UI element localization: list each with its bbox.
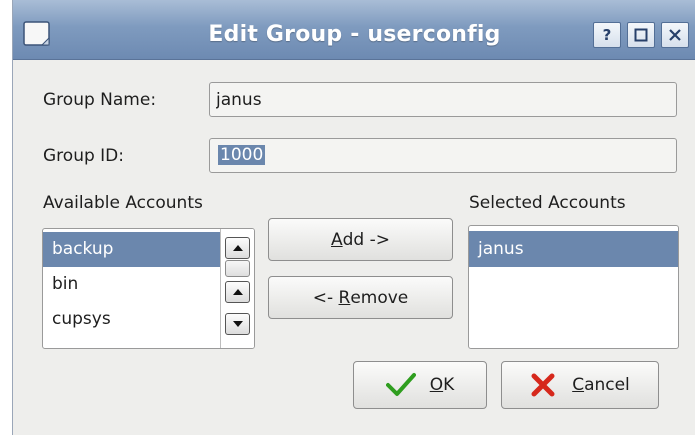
help-button[interactable]: ? — [593, 22, 621, 48]
scroll-up-button[interactable] — [225, 237, 250, 259]
group-name-label: Group Name: — [43, 90, 157, 110]
ok-button[interactable]: OK — [353, 361, 487, 409]
add-button[interactable]: Add -> — [268, 218, 453, 261]
group-name-field[interactable] — [209, 82, 677, 117]
arrow-up-icon — [233, 289, 243, 295]
scroll-down-button[interactable] — [225, 313, 250, 335]
close-icon — [669, 29, 681, 41]
ok-mnemonic: O — [429, 375, 444, 395]
ok-label: K — [443, 375, 455, 395]
list-item[interactable]: janus — [469, 231, 678, 267]
check-icon — [385, 373, 416, 396]
available-accounts-scrollbar[interactable] — [220, 229, 254, 348]
cancel-label: ancel — [584, 375, 630, 395]
group-id-value: 1000 — [218, 145, 266, 165]
add-label: dd -> — [342, 229, 390, 250]
cancel-mnemonic: C — [572, 375, 585, 395]
arrow-down-icon — [233, 321, 243, 327]
remove-prefix: <- — [312, 287, 339, 308]
selected-accounts-label: Selected Accounts — [469, 193, 626, 213]
available-accounts-list[interactable]: backup bin cupsys — [42, 228, 255, 349]
maximize-icon — [634, 28, 648, 42]
x-icon — [531, 373, 555, 397]
close-button[interactable] — [661, 22, 689, 48]
remove-button[interactable]: <- Remove — [268, 276, 453, 319]
title-bar[interactable]: Edit Group - userconfig ? — [13, 0, 695, 60]
add-mnemonic: A — [330, 229, 343, 250]
group-id-field[interactable]: 1000 — [209, 138, 677, 173]
remove-mnemonic: R — [338, 287, 351, 308]
list-item[interactable]: backup — [43, 232, 222, 267]
arrow-up-icon — [233, 245, 243, 251]
cancel-button[interactable]: Cancel — [501, 361, 659, 409]
scroll-up-button-secondary[interactable] — [225, 281, 250, 303]
selected-accounts-list[interactable]: janus — [468, 225, 679, 349]
edit-group-dialog: Edit Group - userconfig ? Group Name: Gr… — [12, 0, 695, 435]
help-icon: ? — [602, 26, 612, 44]
scroll-thumb[interactable] — [225, 260, 250, 277]
available-accounts-label: Available Accounts — [43, 193, 203, 213]
remove-label: emove — [350, 287, 409, 308]
maximize-button[interactable] — [627, 22, 655, 48]
group-id-label: Group ID: — [43, 146, 124, 166]
